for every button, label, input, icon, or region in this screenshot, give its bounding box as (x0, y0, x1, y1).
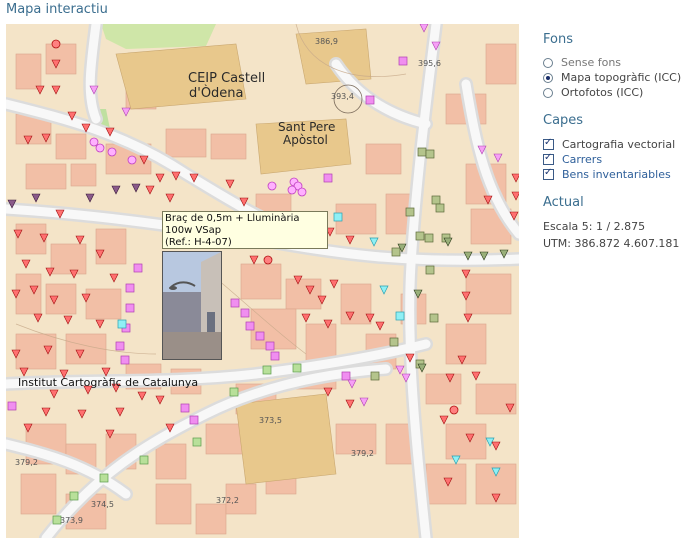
scale-readout: Escala 5: 1 / 2.875 (543, 220, 646, 233)
tooltip-line-3: (Ref.: H-4-07) (165, 237, 232, 248)
layer-inventory[interactable]: Bens inventariables (543, 167, 671, 181)
actual-heading: Actual (543, 195, 584, 210)
checkbox-checked-icon[interactable] (543, 137, 554, 150)
height-label: 373,9 (60, 516, 83, 525)
interactive-map[interactable]: CEIP Castell d'Òdena Sant Pere Apòstol I… (6, 24, 519, 538)
school-label: CEIP Castell (188, 71, 266, 86)
tooltip-line-1: Braç de 0,5m + Lluminària (165, 213, 300, 224)
height-label: 372,2 (216, 496, 239, 505)
utm-readout: UTM: 386.872 4.607.181 (543, 237, 680, 250)
height-label: 379,2 (351, 449, 374, 458)
page-title: Mapa interactiu (6, 2, 108, 17)
fons-option-label: Mapa topogràfic (ICC) (561, 71, 682, 84)
height-label: 386,9 (315, 37, 338, 46)
layer-vector[interactable]: Cartografia vectorial (543, 137, 676, 151)
layer-label[interactable]: Carrers (562, 153, 602, 166)
layer-streets[interactable]: Carrers (543, 152, 602, 166)
tooltip-line-2: 100w VSap (165, 225, 222, 236)
capes-heading: Capes (543, 113, 584, 128)
feature-tooltip: Braç de 0,5m + Lluminària 100w VSap (Ref… (162, 211, 328, 249)
height-label: 379,2 (15, 458, 38, 467)
height-label: 374,5 (91, 500, 114, 509)
checkbox-checked-icon[interactable] (543, 152, 554, 165)
height-label: 395,6 (418, 59, 441, 68)
church-label-2: Apòstol (283, 133, 328, 147)
feature-photo (162, 251, 222, 360)
map-canvas[interactable] (6, 24, 519, 538)
height-label: 393,4 (331, 92, 354, 101)
fons-option-label: Ortofotos (ICC) (561, 86, 644, 99)
fons-option-label: Sense fons (561, 56, 622, 69)
fons-option-orthophoto[interactable]: Ortofotos (ICC) (543, 86, 643, 99)
fons-option-none[interactable]: Sense fons (543, 56, 621, 69)
church-label: Sant Pere (278, 120, 336, 134)
layer-label[interactable]: Bens inventariables (562, 168, 671, 181)
checkbox-checked-icon[interactable] (543, 167, 554, 180)
height-label: 373,5 (259, 416, 282, 425)
radio-icon[interactable] (543, 87, 553, 98)
radio-selected-icon[interactable] (543, 72, 553, 83)
fons-option-topographic[interactable]: Mapa topogràfic (ICC) (543, 71, 681, 84)
layer-label: Cartografia vectorial (562, 138, 676, 151)
institute-label: Institut Cartogràfic de Catalunya (18, 376, 199, 389)
radio-icon[interactable] (543, 57, 553, 68)
fons-heading: Fons (543, 32, 573, 47)
school-label-2: d'Òdena (189, 86, 244, 101)
